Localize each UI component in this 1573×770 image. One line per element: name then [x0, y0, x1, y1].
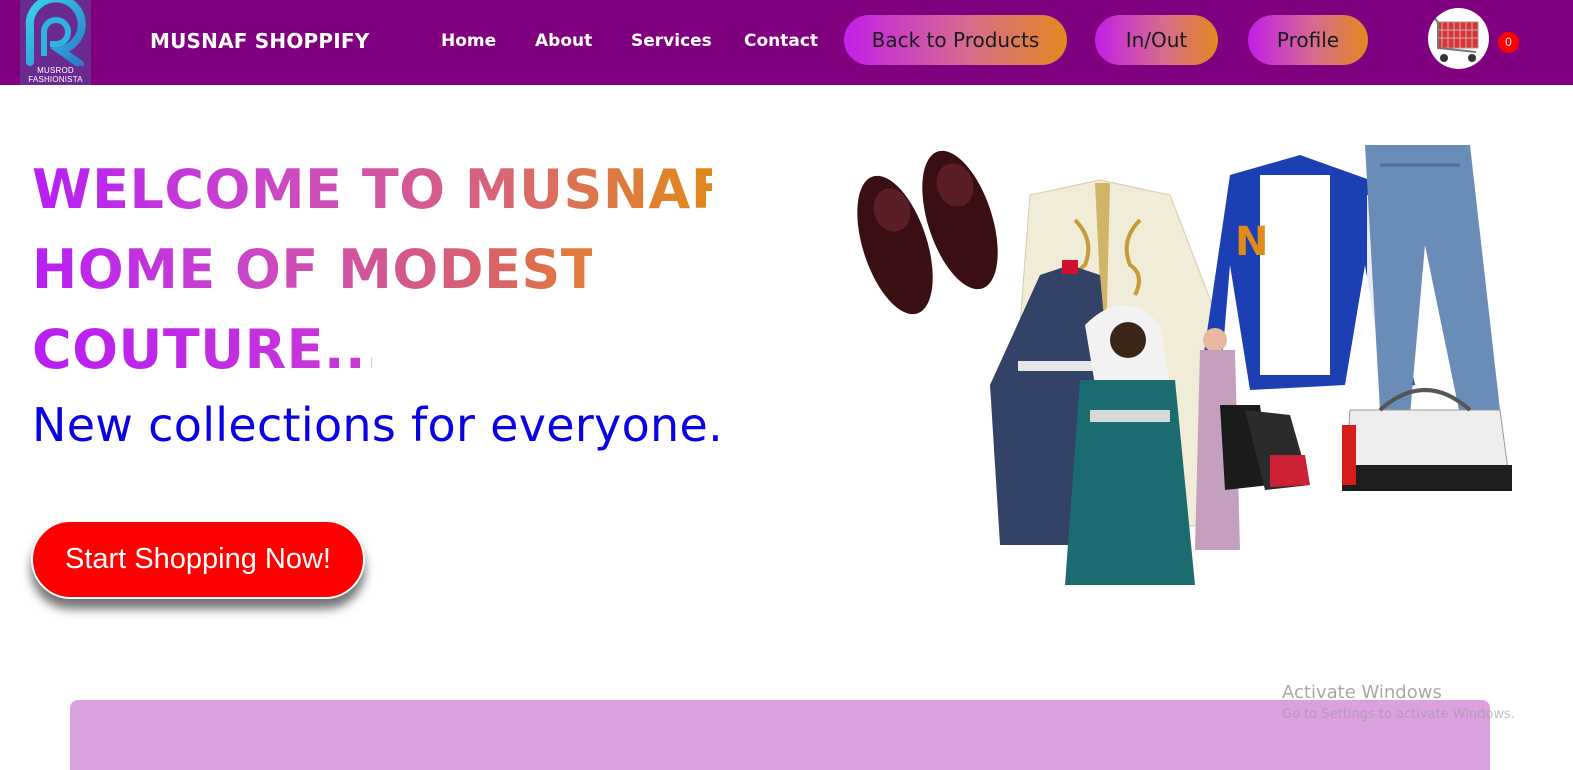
svg-text:N: N	[1235, 219, 1268, 265]
nav-home[interactable]: Home	[441, 31, 496, 51]
profile-button[interactable]: Profile	[1248, 15, 1368, 65]
navbar: MUSROD FASHIONISTA MUSNAF SHOPPIFY Home …	[0, 0, 1573, 85]
fashion-collection-image: N	[840, 125, 1520, 595]
logo-text-line2: FASHIONISTA	[28, 75, 83, 84]
logo-text-line1: MUSROD	[37, 66, 74, 75]
watermark-subtitle: Go to Settings to activate Windows.	[1282, 707, 1515, 722]
loafers-image	[857, 150, 998, 315]
jeans-image	[1365, 145, 1500, 415]
start-shopping-button[interactable]: Start Shopping Now!	[31, 520, 365, 599]
hero-title-line3: COUTURE...	[32, 310, 387, 390]
hero-title: WELCOME TO MUSNAF HOME OF MODEST COUTURE…	[32, 150, 792, 390]
hero-title-line1: WELCOME TO MUSNAF	[32, 150, 728, 230]
sneakers-image	[1220, 405, 1310, 490]
hero-title-line2: HOME OF MODEST	[32, 230, 598, 310]
nav-services[interactable]: Services	[631, 31, 712, 51]
back-to-products-button[interactable]: Back to Products	[844, 15, 1067, 65]
brand-name[interactable]: MUSNAF SHOPPIFY	[150, 29, 369, 53]
shopping-cart-icon[interactable]	[1428, 8, 1489, 69]
in-out-button[interactable]: In/Out	[1095, 15, 1218, 65]
watermark-title: Activate Windows	[1282, 682, 1442, 703]
activate-windows-watermark: Activate Windows Go to Settings to activ…	[1282, 682, 1515, 722]
brand-logo[interactable]: MUSROD FASHIONISTA	[20, 0, 91, 85]
nav-contact[interactable]: Contact	[744, 31, 818, 51]
featured-section-panel	[70, 700, 1490, 770]
hero-subtitle: New collections for everyone.	[32, 398, 723, 452]
cart-count-badge: 0	[1498, 32, 1519, 53]
r-logo-icon	[25, 0, 86, 66]
nav-about[interactable]: About	[535, 31, 592, 51]
